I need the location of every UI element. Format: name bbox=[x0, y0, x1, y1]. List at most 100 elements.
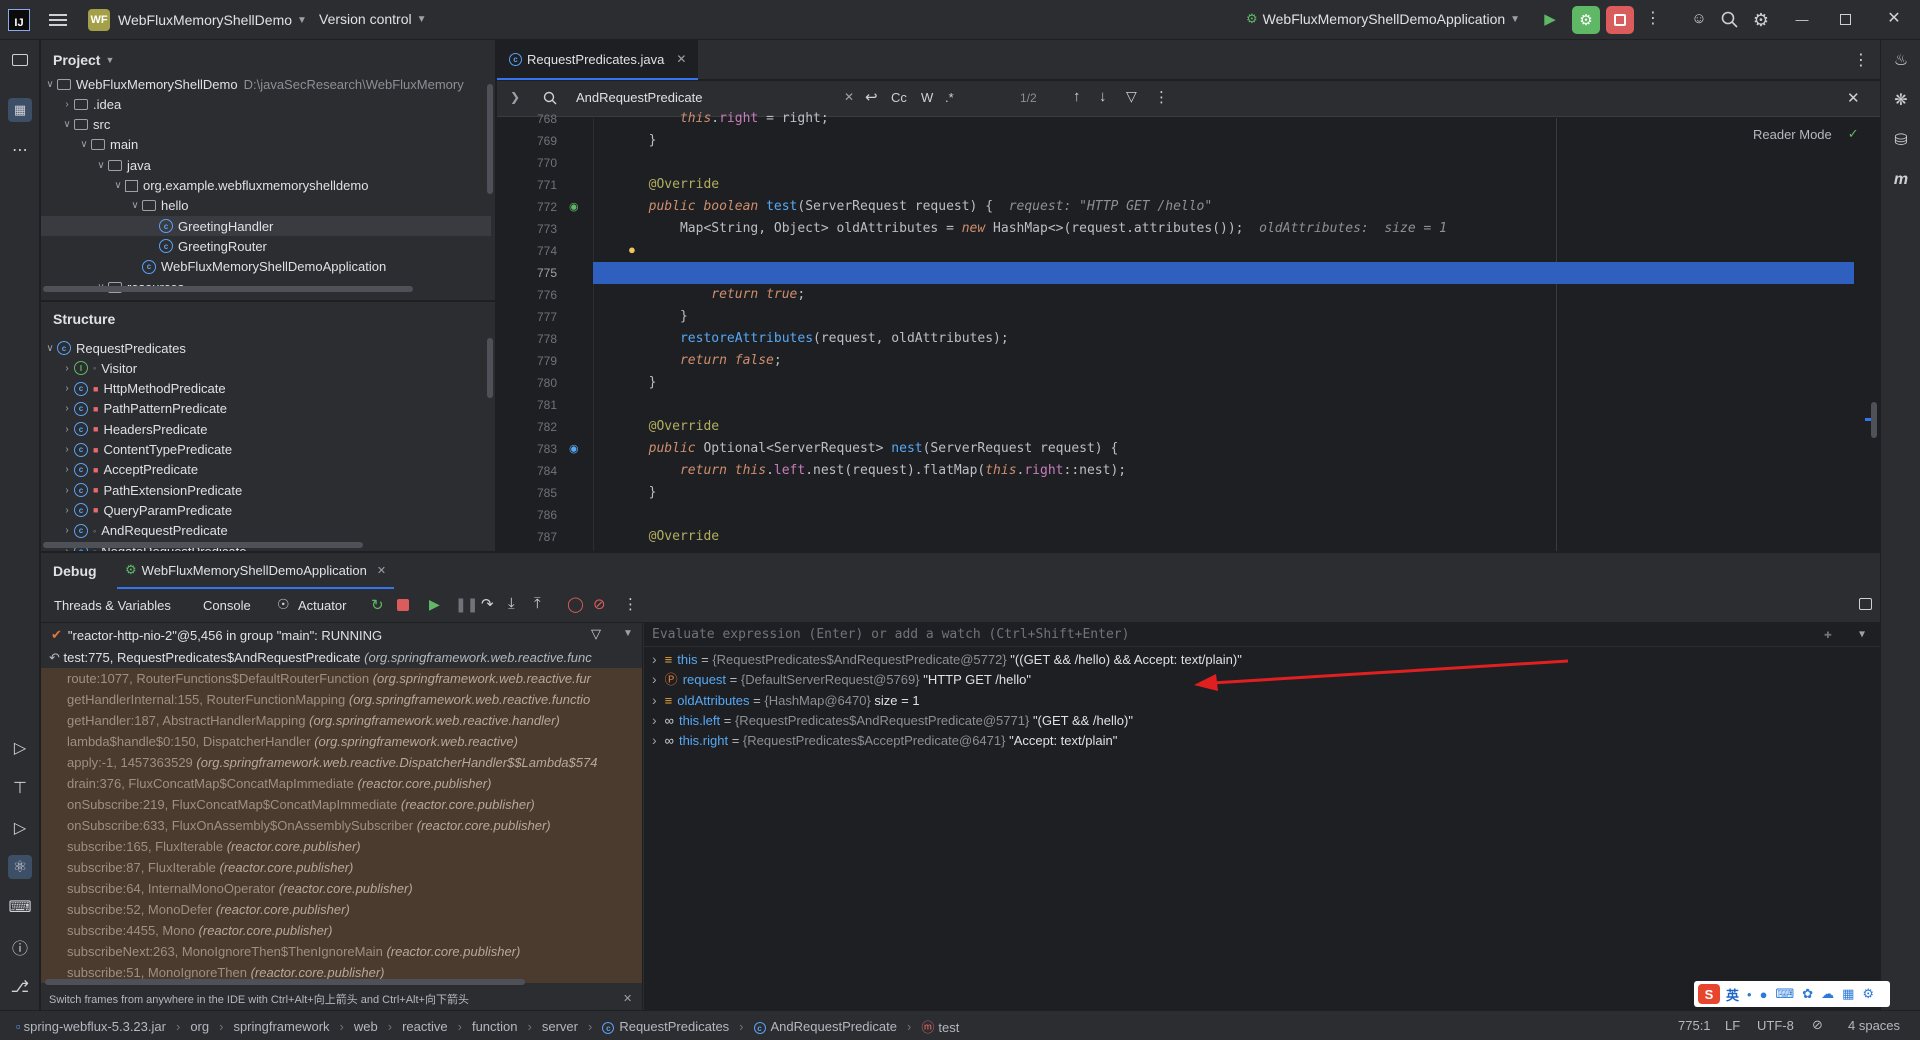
line-number[interactable]: 783 bbox=[517, 442, 557, 456]
breadcrumb-item[interactable]: function bbox=[472, 1019, 518, 1034]
pause-program-icon[interactable]: ❚❚ bbox=[455, 596, 478, 613]
code-line[interactable]: @Override bbox=[633, 174, 719, 196]
chevron-down-icon[interactable]: ∨ bbox=[111, 180, 125, 191]
project-tool-folder-icon[interactable] bbox=[8, 48, 32, 72]
previous-match-icon[interactable]: ↑ bbox=[1073, 88, 1081, 105]
code-line[interactable]: return true; bbox=[633, 284, 805, 306]
code-line[interactable]: } bbox=[633, 482, 657, 504]
line-number[interactable]: 782 bbox=[517, 420, 557, 434]
evaluate-expression-input[interactable]: Evaluate expression (Enter) or add a wat… bbox=[644, 623, 1880, 647]
chevron-right-icon[interactable]: › bbox=[652, 692, 657, 708]
chevron-down-icon[interactable]: ∨ bbox=[128, 200, 142, 211]
chevron-right-icon[interactable]: › bbox=[60, 99, 74, 110]
tree-node[interactable]: c WebFluxMemoryShellDemoApplication bbox=[41, 257, 491, 277]
tree-node[interactable]: ∨ c RequestPredicates bbox=[41, 338, 491, 358]
app-logo-icon[interactable]: IJ bbox=[8, 9, 30, 31]
stack-frame[interactable]: onSubscribe:633, FluxOnAssembly$OnAssemb… bbox=[41, 815, 642, 836]
chevron-down-icon[interactable]: ∨ bbox=[60, 119, 74, 130]
add-user-icon[interactable]: ☺ bbox=[1688, 10, 1710, 30]
rerun-icon[interactable]: ▶ bbox=[1540, 10, 1560, 30]
step-over-icon[interactable]: ↷ bbox=[481, 595, 494, 613]
new-line-icon[interactable]: ↩ bbox=[865, 88, 878, 106]
line-number[interactable]: 771 bbox=[517, 178, 557, 192]
line-number[interactable]: 780 bbox=[517, 376, 557, 390]
add-watch-icon[interactable]: ✚ bbox=[1824, 627, 1832, 642]
breadcrumb-item[interactable]: c RequestPredicates bbox=[602, 1019, 729, 1035]
code-line[interactable]: restoreAttributes(request, oldAttributes… bbox=[633, 328, 1009, 350]
chevron-right-icon[interactable]: › bbox=[60, 424, 74, 435]
filter-icon[interactable]: ▽ bbox=[1126, 88, 1137, 105]
breadcrumb-item[interactable]: org bbox=[190, 1019, 209, 1034]
tree-node[interactable]: › .idea bbox=[41, 94, 491, 114]
code-area[interactable]: this.right = right; } @Override public b… bbox=[593, 111, 1880, 551]
chevron-down-icon[interactable]: ∨ bbox=[94, 160, 108, 171]
override-gutter-icon[interactable]: ◉ bbox=[569, 442, 579, 455]
find-expand-icon[interactable]: ❯ bbox=[510, 90, 520, 104]
chevron-right-icon[interactable]: › bbox=[60, 383, 74, 394]
git-branch-icon[interactable]: ⎇ bbox=[8, 975, 32, 999]
code-line[interactable]: return false; bbox=[633, 350, 782, 372]
tree-node[interactable]: ∨ hello bbox=[41, 196, 491, 216]
line-number[interactable]: 774 bbox=[517, 244, 557, 258]
project-scrollbar[interactable] bbox=[487, 84, 493, 194]
stack-frame[interactable]: subscribe:4455, Mono (reactor.core.publi… bbox=[41, 920, 642, 941]
more-tools-icon[interactable]: ⋯ bbox=[8, 138, 32, 162]
stack-frame[interactable]: onSubscribe:219, FluxConcatMap$ConcatMap… bbox=[41, 794, 642, 815]
breadcrumb-item[interactable]: ▫ spring-webflux-5.3.23.jar bbox=[16, 1019, 166, 1034]
stack-frame[interactable]: ↶ test:775, RequestPredicates$AndRequest… bbox=[41, 647, 642, 668]
variable-row[interactable]: › ∞ this.right = {RequestPredicates$Accept… bbox=[652, 730, 1117, 750]
readonly-lock-icon[interactable]: ⊘ bbox=[1812, 1017, 1823, 1033]
line-number[interactable]: 773 bbox=[517, 222, 557, 236]
tree-node[interactable]: › c ■ ContentTypePredicate bbox=[41, 440, 491, 460]
view-breakpoints-icon[interactable]: ◯ bbox=[567, 595, 584, 613]
chevron-down-icon[interactable]: ∨ bbox=[43, 79, 57, 90]
chevron-right-icon[interactable]: › bbox=[60, 505, 74, 516]
close-tab-icon[interactable]: ✕ bbox=[676, 52, 686, 66]
line-number[interactable]: 772 bbox=[517, 200, 557, 214]
ai-assistant-icon[interactable]: ❋ bbox=[1889, 88, 1913, 112]
stack-frame[interactable]: subscribe:165, FluxIterable (reactor.cor… bbox=[41, 836, 642, 857]
code-line[interactable]: public boolean test(ServerRequest reques… bbox=[633, 196, 1213, 218]
chevron-right-icon[interactable]: › bbox=[60, 363, 74, 374]
chevron-right-icon[interactable]: › bbox=[60, 485, 74, 496]
stack-frame[interactable]: subscribe:52, MonoDefer (reactor.core.pu… bbox=[41, 899, 642, 920]
structure-scrollbar[interactable] bbox=[487, 338, 493, 398]
maven-icon[interactable]: m bbox=[1889, 168, 1913, 192]
settings-gear-icon[interactable]: ⚙ bbox=[1750, 9, 1772, 31]
tree-node[interactable]: ∨ main bbox=[41, 135, 491, 155]
variable-row[interactable]: › ≡ this = {RequestPredicates$AndRequestPr… bbox=[652, 649, 1242, 669]
match-case-toggle[interactable]: Cc bbox=[891, 90, 907, 105]
minimize-icon[interactable]: — bbox=[1792, 10, 1812, 30]
chevron-right-icon[interactable]: › bbox=[60, 403, 74, 414]
tree-node[interactable]: › c ■ QueryParamPredicate bbox=[41, 500, 491, 520]
more-options-icon[interactable]: ⋮ bbox=[1645, 9, 1661, 31]
line-number[interactable]: 786 bbox=[517, 508, 557, 522]
project-hscrollbar[interactable] bbox=[43, 286, 413, 292]
tree-node[interactable]: ∨ WebFluxMemoryShellDemo D:\javaSecResearc… bbox=[41, 74, 491, 94]
stack-frame[interactable]: getHandler:187, AbstractHandlerMapping (… bbox=[41, 710, 642, 731]
caret-position[interactable]: 775:1 bbox=[1678, 1018, 1711, 1033]
file-encoding[interactable]: UTF-8 bbox=[1757, 1018, 1794, 1033]
breadcrumb-item[interactable]: reactive bbox=[402, 1019, 448, 1034]
code-line[interactable]: } bbox=[633, 372, 657, 394]
tree-node[interactable]: › c ■ AcceptPredicate bbox=[41, 460, 491, 480]
layout-settings-icon[interactable] bbox=[1859, 598, 1872, 610]
problems-icon[interactable]: ⓘ bbox=[8, 935, 32, 959]
line-number[interactable]: 784 bbox=[517, 464, 557, 478]
stop-icon[interactable] bbox=[1606, 6, 1634, 34]
line-number[interactable]: 785 bbox=[517, 486, 557, 500]
stack-frame[interactable]: subscribe:64, InternalMonoOperator (reac… bbox=[41, 878, 642, 899]
terminal-icon[interactable]: ⌨ bbox=[8, 895, 32, 919]
line-number[interactable]: 769 bbox=[517, 134, 557, 148]
tree-node[interactable]: › c ■ HeadersPredicate bbox=[41, 419, 491, 439]
indent-setting[interactable]: 4 spaces bbox=[1848, 1018, 1900, 1033]
variable-row[interactable]: › ∞ this.left = {RequestPredicates$AndRequ… bbox=[652, 710, 1133, 730]
vcs-menu[interactable]: Version control ▼ bbox=[319, 11, 427, 27]
debug-more-icon[interactable]: ⋮ bbox=[623, 595, 638, 613]
stack-frame[interactable]: apply:-1, 1457363529 (org.springframewor… bbox=[41, 752, 642, 773]
tree-node[interactable]: ∨ src bbox=[41, 115, 491, 135]
breadcrumb-item[interactable]: c AndRequestPredicate bbox=[753, 1019, 897, 1035]
stack-frame[interactable]: getHandlerInternal:155, RouterFunctionMa… bbox=[41, 689, 642, 710]
line-number[interactable]: 768 bbox=[517, 112, 557, 126]
project-switcher[interactable]: WF WebFluxMemoryShellDemo ▼ bbox=[88, 9, 307, 31]
